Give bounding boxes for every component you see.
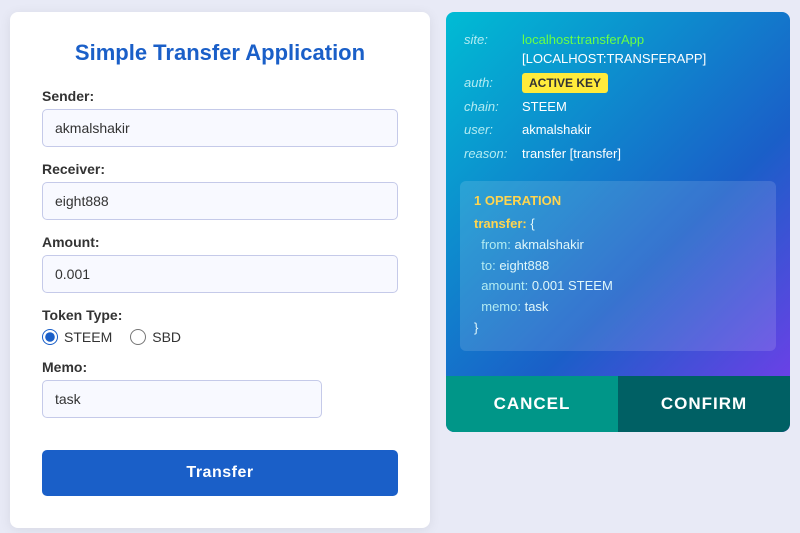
user-row: user: akmalshakir: [464, 120, 772, 140]
amount-group: Amount:: [42, 234, 398, 293]
op-to-line: to: eight888: [474, 256, 762, 277]
token-type-group: Token Type: STEEM SBD: [42, 307, 398, 345]
site-url-green: localhost:transferApp: [522, 32, 644, 47]
op-amount-line: amount: 0.001 STEEM: [474, 276, 762, 297]
auth-panel: site: localhost:transferApp [LOCALHOST:T…: [446, 12, 790, 432]
op-amount-key: amount:: [481, 278, 528, 293]
chain-key: chain:: [464, 97, 522, 117]
user-value: akmalshakir: [522, 120, 591, 140]
receiver-label: Receiver:: [42, 161, 398, 177]
op-brace-close-line: }: [474, 318, 762, 339]
receiver-input[interactable]: [42, 182, 398, 220]
memo-label: Memo:: [42, 359, 398, 375]
reason-key: reason:: [464, 144, 522, 164]
op-memo-line: memo: task: [474, 297, 762, 318]
reason-value: transfer [transfer]: [522, 144, 621, 164]
sbd-radio[interactable]: [130, 329, 146, 345]
user-key: user:: [464, 120, 522, 140]
op-from-line: from: akmalshakir: [474, 235, 762, 256]
op-to-val: eight888: [499, 258, 549, 273]
steem-radio-option[interactable]: STEEM: [42, 329, 112, 345]
receiver-group: Receiver:: [42, 161, 398, 220]
operation-title: 1 OPERATION: [474, 193, 762, 208]
action-row: CANCEL CONFIRM: [446, 376, 790, 432]
active-key-badge: ACTIVE KEY: [522, 73, 608, 93]
op-brace-close: }: [474, 320, 478, 335]
op-memo-key: memo:: [481, 299, 521, 314]
token-type-label: Token Type:: [42, 307, 398, 323]
site-key: site:: [464, 30, 522, 69]
app-title: Simple Transfer Application: [42, 40, 398, 66]
chain-value: STEEM: [522, 97, 567, 117]
cancel-button[interactable]: CANCEL: [446, 376, 618, 432]
steem-radio[interactable]: [42, 329, 58, 345]
memo-input[interactable]: [42, 380, 322, 418]
memo-group: Memo:: [42, 359, 398, 418]
auth-row: auth: ACTIVE KEY: [464, 73, 772, 93]
op-to-key: to:: [481, 258, 495, 273]
op-from-key: from:: [481, 237, 511, 252]
steem-label: STEEM: [64, 329, 112, 345]
site-url-bracket: [LOCALHOST:TRANSFERAPP]: [522, 51, 706, 66]
sender-group: Sender:: [42, 88, 398, 147]
operation-box: 1 OPERATION transfer: { from: akmalshaki…: [460, 181, 776, 351]
op-brace-open: {: [530, 216, 534, 231]
amount-input[interactable]: [42, 255, 398, 293]
sbd-label: SBD: [152, 329, 181, 345]
reason-row: reason: transfer [transfer]: [464, 144, 772, 164]
op-key: transfer:: [474, 216, 527, 231]
sender-input[interactable]: [42, 109, 398, 147]
auth-key: auth:: [464, 73, 522, 93]
sender-label: Sender:: [42, 88, 398, 104]
op-from-val: akmalshakir: [514, 237, 583, 252]
site-row: site: localhost:transferApp [LOCALHOST:T…: [464, 30, 772, 69]
transfer-button[interactable]: Transfer: [42, 450, 398, 496]
op-transfer-line: transfer: {: [474, 214, 762, 235]
chain-row: chain: STEEM: [464, 97, 772, 117]
confirm-button[interactable]: CONFIRM: [618, 376, 790, 432]
op-amount-val: 0.001 STEEM: [532, 278, 613, 293]
transfer-form-panel: Simple Transfer Application Sender: Rece…: [10, 12, 430, 528]
op-memo-val: task: [525, 299, 549, 314]
amount-label: Amount:: [42, 234, 398, 250]
sbd-radio-option[interactable]: SBD: [130, 329, 181, 345]
auth-info: site: localhost:transferApp [LOCALHOST:T…: [446, 12, 790, 182]
